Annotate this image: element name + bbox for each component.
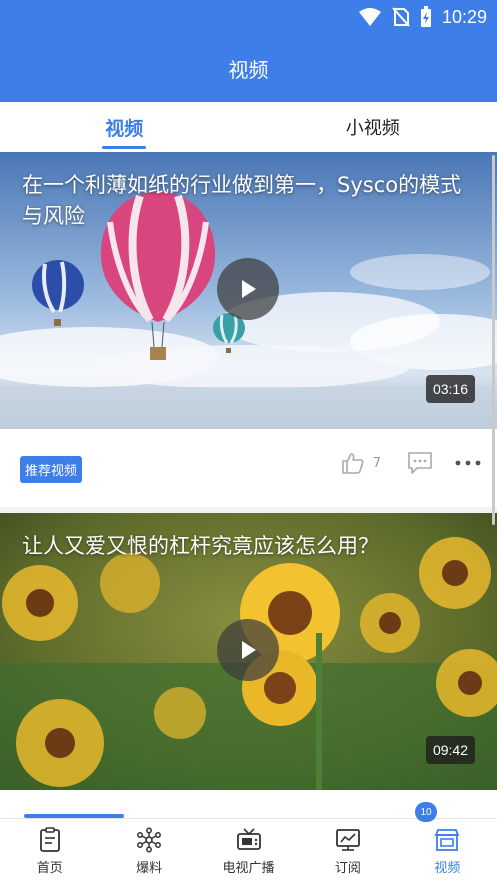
- more-icon[interactable]: [455, 459, 481, 467]
- video-title: 在一个利薄如纸的行业做到第一，Sysco的模式与风险: [22, 173, 462, 228]
- notification-badge: 10: [415, 802, 437, 822]
- card-actions: 7: [341, 451, 481, 475]
- bottom-nav: 首页 爆料 电视广播 订阅 视频: [0, 818, 497, 884]
- nav-label: 视频: [434, 861, 461, 876]
- page-title: 视频: [228, 57, 269, 82]
- battery-charging-icon: [420, 6, 431, 27]
- nav-item-home[interactable]: 首页: [0, 819, 99, 884]
- no-sim-icon: [392, 7, 410, 27]
- nav-label: 爆料: [136, 861, 163, 876]
- wifi-icon: [358, 8, 381, 26]
- tab-bar: 视频 小视频: [0, 102, 497, 152]
- card-footer: 推荐视频 7: [0, 429, 497, 507]
- nav-item-tips[interactable]: 爆料: [99, 819, 198, 884]
- video-feed[interactable]: 在一个利薄如纸的行业做到第一，Sysco的模式与风险 03:16 推荐视频 7: [0, 152, 497, 818]
- video-card[interactable]: 让人又爱又恨的杠杆究竟应该怎么用？ 09:42: [0, 513, 497, 818]
- nav-label: 首页: [36, 861, 63, 876]
- video-thumbnail[interactable]: 让人又爱又恨的杠杆究竟应该怎么用？ 09:42: [0, 513, 497, 790]
- nav-label: 订阅: [334, 861, 361, 876]
- nav-item-subscribe[interactable]: 订阅: [298, 819, 397, 884]
- tab-short-video[interactable]: 小视频: [249, 102, 497, 152]
- comment-icon[interactable]: [407, 451, 433, 475]
- duration-badge: 09:42: [425, 736, 475, 764]
- video-thumbnail[interactable]: 在一个利薄如纸的行业做到第一，Sysco的模式与风险 03:16: [0, 152, 497, 429]
- status-bar: 10:29: [0, 0, 497, 34]
- play-icon: [242, 641, 256, 659]
- tab-label: 小视频: [345, 118, 400, 139]
- video-title: 让人又爱又恨的杠杆究竟应该怎么用？: [22, 534, 379, 558]
- nav-item-video[interactable]: 视频: [398, 819, 497, 884]
- status-icons: 10:29: [358, 6, 487, 28]
- home-doc-icon: [39, 827, 60, 852]
- tv-icon: [236, 828, 261, 850]
- subscribe-chart-icon: [336, 829, 360, 851]
- duration-badge: 03:16: [425, 375, 475, 403]
- app-bar: 视频: [0, 34, 497, 102]
- play-icon: [242, 280, 256, 298]
- video-store-icon: [434, 829, 460, 851]
- nav-label: 电视广播: [222, 861, 275, 876]
- tab-label: 视频: [105, 117, 144, 140]
- nav-item-tv[interactable]: 电视广播: [199, 819, 298, 884]
- scrollbar[interactable]: [492, 155, 495, 525]
- play-button[interactable]: [217, 258, 279, 320]
- molecule-icon: [137, 827, 162, 853]
- thumbs-up-icon[interactable]: [341, 451, 365, 475]
- like-count: 7: [372, 455, 381, 471]
- status-time: 10:29: [441, 6, 487, 27]
- video-card[interactable]: 在一个利薄如纸的行业做到第一，Sysco的模式与风险 03:16 推荐视频 7: [0, 152, 497, 507]
- recommend-tag[interactable]: 推荐视频: [20, 456, 83, 483]
- tab-video[interactable]: 视频: [0, 102, 249, 152]
- play-button[interactable]: [217, 619, 279, 681]
